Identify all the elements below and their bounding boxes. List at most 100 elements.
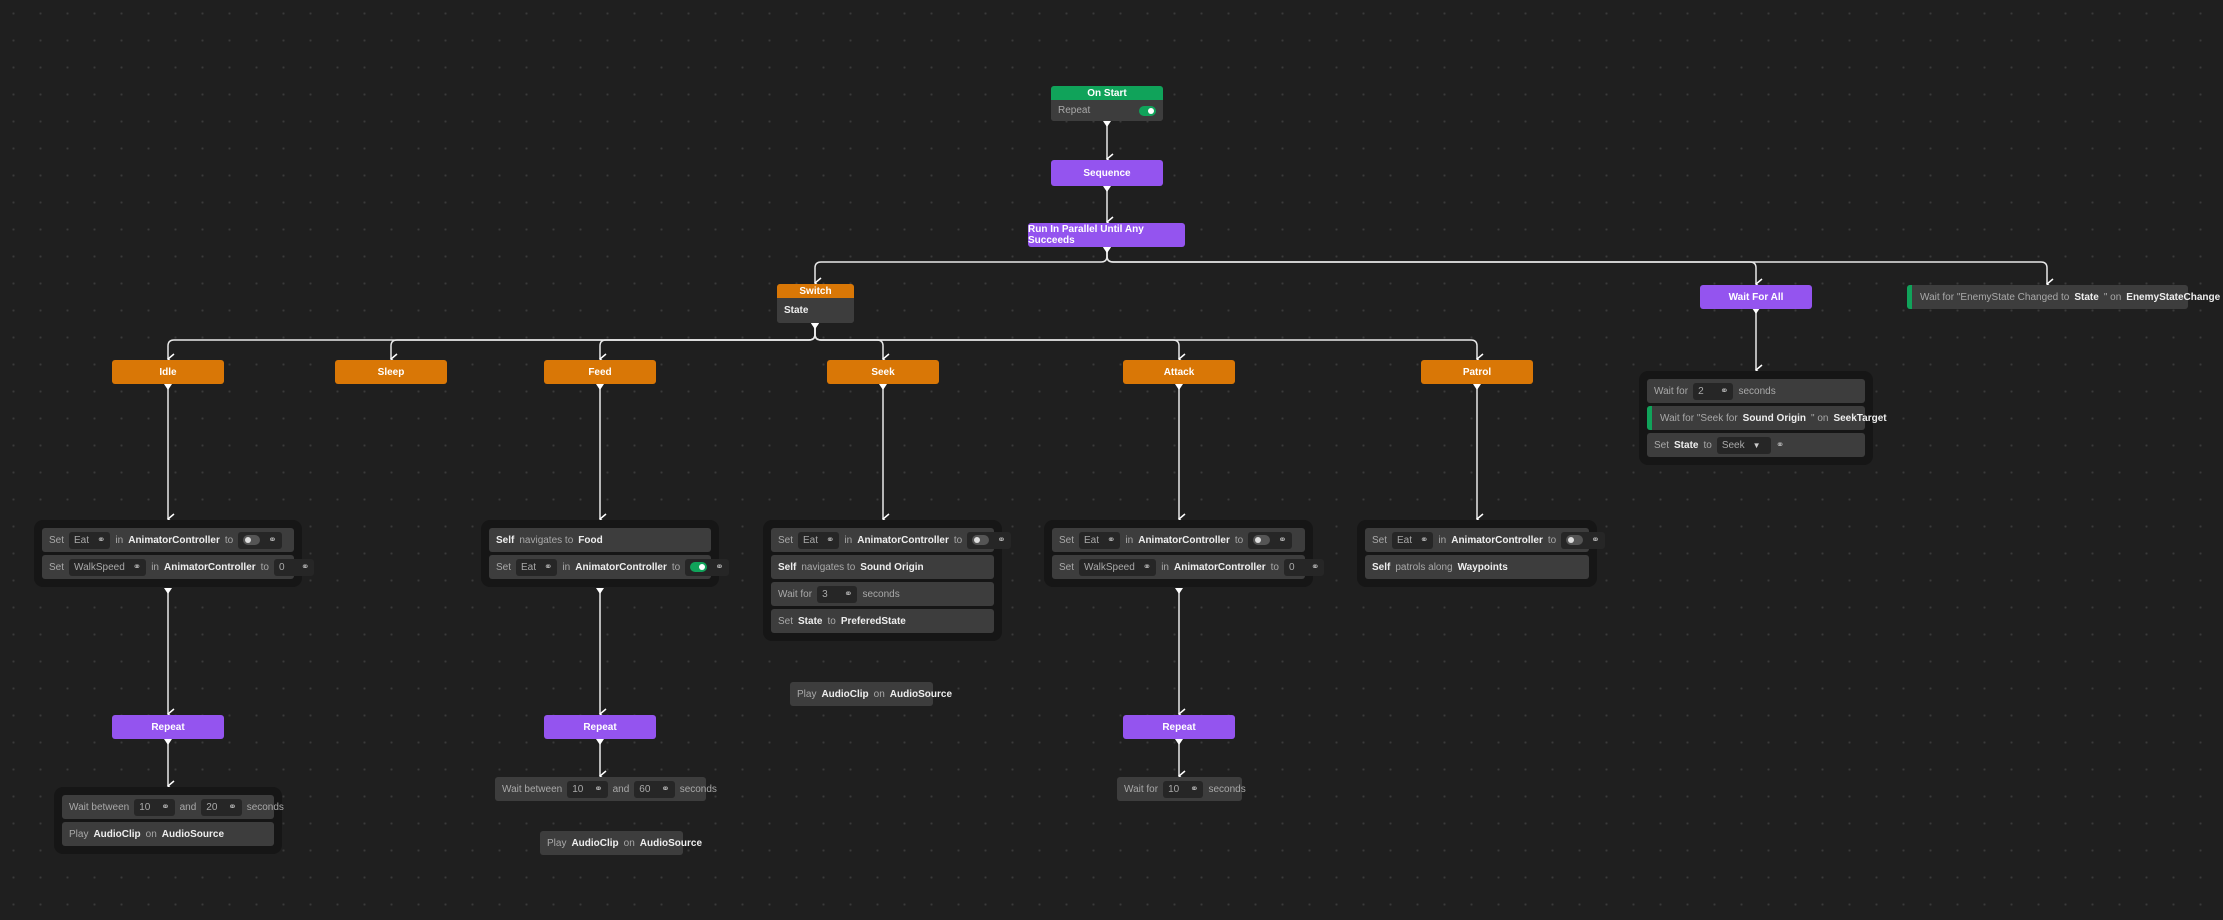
action-row[interactable]: Self patrols along Waypoints	[1365, 555, 1589, 579]
toggle-field[interactable]: ⚭	[1561, 531, 1605, 549]
toggle-field[interactable]: ⚭	[1248, 531, 1292, 549]
link-icon[interactable]: ⚭	[268, 535, 276, 546]
action-row[interactable]: Wait for "Seek for Sound Origin " on SeekTa…	[1647, 406, 1887, 430]
action-row[interactable]: Wait between 10 ⚭ and 20 ⚭ seconds	[62, 795, 284, 819]
value-field[interactable]: 2 ⚭	[1693, 382, 1734, 400]
repeat-feed-node[interactable]: Repeat	[544, 715, 656, 739]
branch-idle-node[interactable]: Idle	[112, 360, 224, 384]
toggle-switch[interactable]	[243, 535, 261, 545]
action-row[interactable]: Play AudioClip on AudioSource	[790, 682, 952, 706]
toggle-switch[interactable]	[690, 562, 708, 572]
link-icon[interactable]: ⚭	[594, 784, 602, 795]
output-port[interactable]	[1103, 186, 1111, 192]
output-port[interactable]	[1103, 247, 1111, 253]
output-port[interactable]	[1175, 588, 1183, 594]
toggle-field[interactable]: ⚭	[685, 558, 729, 576]
parallel-node[interactable]: Run In Parallel Until Any Succeeds	[1028, 223, 1185, 247]
branch-patrol-node[interactable]: Patrol	[1421, 360, 1533, 384]
link-icon[interactable]: ⚭	[715, 562, 723, 573]
patrol-group[interactable]: Set Eat ⚭ in AnimatorController to ⚭ Self patrol…	[1357, 520, 1605, 587]
action-row[interactable]: Wait for 2 ⚭ seconds	[1647, 379, 1865, 403]
value-field[interactable]: 10 ⚭	[567, 780, 608, 798]
branch-sleep-node[interactable]: Sleep	[335, 360, 447, 384]
link-icon[interactable]: ⚭	[228, 802, 236, 813]
feed-group[interactable]: Self navigates to Food Set Eat ⚭ in AnimatorCon…	[481, 520, 729, 587]
link-icon[interactable]: ⚭	[133, 562, 141, 573]
toggle-switch[interactable]	[1566, 535, 1584, 545]
switch-node[interactable]: Switch State	[777, 284, 854, 323]
wfa-group[interactable]: Wait for 2 ⚭ seconds Wait for "Seek for Sound…	[1639, 371, 1887, 465]
feed-wait-node[interactable]: Wait between 10 ⚭ and 60 ⚭ seconds	[495, 777, 717, 801]
output-port[interactable]	[1473, 384, 1481, 390]
output-port[interactable]	[596, 739, 604, 745]
value-field[interactable]: 0 ⚭	[274, 558, 315, 576]
link-icon[interactable]: ⚭	[1278, 535, 1286, 546]
idle-group[interactable]: Set Eat ⚭ in AnimatorController to ⚭ Set WalkSpe…	[34, 520, 315, 587]
branch-feed-node[interactable]: Feed	[544, 360, 656, 384]
link-icon[interactable]: ⚭	[161, 802, 169, 813]
toggle-field[interactable]: ⚭	[967, 531, 1011, 549]
value-field[interactable]: Eat ⚭	[69, 531, 111, 549]
action-row[interactable]: Repeat	[1051, 100, 1163, 121]
action-row[interactable]: Set WalkSpeed ⚭ in AnimatorController to 0 ⚭	[42, 555, 315, 579]
idle-bottom[interactable]: Wait between 10 ⚭ and 20 ⚭ seconds Play AudioCli…	[54, 787, 284, 854]
action-row[interactable]: Play AudioClip on AudioSource	[540, 831, 702, 855]
on-start-node[interactable]: On Start Repeat	[1051, 86, 1163, 121]
toggle-field[interactable]: ⚭	[238, 531, 282, 549]
link-icon[interactable]: ⚭	[544, 562, 552, 573]
link-icon[interactable]: ⚭	[1107, 535, 1115, 546]
action-row[interactable]: Set Eat ⚭ in AnimatorController to ⚭	[1365, 528, 1605, 552]
feed-play-node[interactable]: Play AudioClip on AudioSource	[540, 831, 702, 855]
link-icon[interactable]: ⚭	[1311, 562, 1319, 573]
link-icon[interactable]: ⚭	[97, 535, 105, 546]
action-row[interactable]: Set Eat ⚭ in AnimatorController to ⚭	[1052, 528, 1305, 552]
action-row[interactable]: Set Eat ⚭ in AnimatorController to ⚭	[489, 555, 729, 579]
action-row[interactable]: Set WalkSpeed ⚭ in AnimatorController to 0 ⚭	[1052, 555, 1325, 579]
link-icon[interactable]: ⚭	[1720, 386, 1728, 397]
action-row[interactable]: Set Eat ⚭ in AnimatorController to ⚭	[771, 528, 1011, 552]
action-row[interactable]: Play AudioClip on AudioSource	[62, 822, 274, 846]
action-row[interactable]: Wait for 10 ⚭ seconds	[1117, 777, 1246, 801]
toggle-switch[interactable]	[1253, 535, 1271, 545]
value-field[interactable]: 0 ⚭	[1284, 558, 1325, 576]
link-icon[interactable]: ⚭	[661, 784, 669, 795]
repeat-idle-node[interactable]: Repeat	[112, 715, 224, 739]
value-field[interactable]: 10 ⚭	[134, 798, 175, 816]
enemy-wait-node[interactable]: Wait for "EnemyState Changed to State " on…	[1907, 285, 2220, 309]
branch-attack-node[interactable]: Attack	[1123, 360, 1235, 384]
repeat-toggle[interactable]	[1139, 105, 1156, 116]
toggle-switch[interactable]	[972, 535, 990, 545]
link-icon[interactable]: ⚭	[826, 535, 834, 546]
attack-group[interactable]: Set Eat ⚭ in AnimatorController to ⚭ Set WalkSpe…	[1044, 520, 1325, 587]
action-row[interactable]: State	[777, 298, 854, 323]
output-port[interactable]	[164, 739, 172, 745]
value-field[interactable]: 20 ⚭	[201, 798, 242, 816]
output-port[interactable]	[1175, 384, 1183, 390]
output-port[interactable]	[596, 588, 604, 594]
branch-seek-node[interactable]: Seek	[827, 360, 939, 384]
link-icon[interactable]: ⚭	[1143, 562, 1151, 573]
output-port[interactable]	[164, 588, 172, 594]
output-port[interactable]	[811, 323, 819, 329]
link-icon[interactable]: ⚭	[1420, 535, 1428, 546]
value-field[interactable]: Eat ⚭	[516, 558, 558, 576]
action-row[interactable]: Self navigates to Food	[489, 528, 711, 552]
link-icon[interactable]: ⚭	[301, 562, 309, 573]
action-row[interactable]: Self navigates to Sound Origin	[771, 555, 994, 579]
action-row[interactable]: Set State to PreferedState	[771, 609, 994, 633]
link-icon[interactable]: ⚭	[1190, 784, 1198, 795]
value-field[interactable]: 10 ⚭	[1163, 780, 1204, 798]
link-icon[interactable]: ⚭	[844, 589, 852, 600]
output-port[interactable]	[1175, 739, 1183, 745]
action-row[interactable]: Wait for "EnemyState Changed to State " on…	[1907, 285, 2220, 309]
action-row[interactable]: Set State to Seek ▼ ⚭	[1647, 433, 1865, 457]
value-field[interactable]: 3 ⚭	[817, 585, 858, 603]
link-icon[interactable]: ⚭	[1591, 535, 1599, 546]
sequence-node[interactable]: Sequence	[1051, 160, 1163, 186]
output-port[interactable]	[879, 384, 887, 390]
state-dropdown[interactable]: Seek ▼	[1716, 436, 1771, 454]
link-icon[interactable]: ⚭	[1776, 440, 1784, 451]
output-port[interactable]	[164, 384, 172, 390]
value-field[interactable]: Eat ⚭	[1079, 531, 1121, 549]
seek-play-node[interactable]: Play AudioClip on AudioSource	[790, 682, 952, 706]
